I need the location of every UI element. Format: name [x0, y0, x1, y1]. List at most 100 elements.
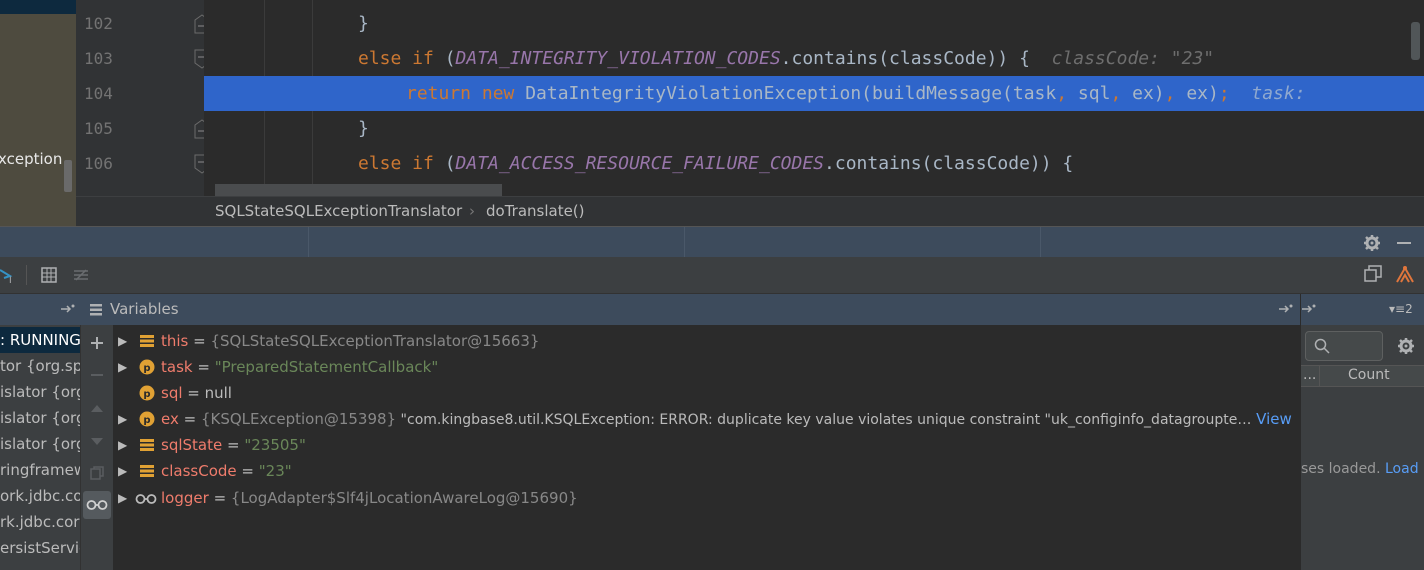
editor-vertical-scrollbar[interactable]	[1411, 22, 1420, 60]
variable-name: this	[161, 332, 189, 350]
variable-row[interactable]: ▶ sqlState = "23505"	[113, 432, 1300, 458]
line-number: 102	[84, 14, 113, 33]
variable-value: "23"	[258, 462, 292, 480]
header-divider	[308, 227, 309, 258]
gear-icon[interactable]	[1363, 234, 1381, 252]
line-number: 105	[84, 119, 113, 138]
variable-row[interactable]: p sql = null	[113, 380, 1300, 406]
remove-watch-icon[interactable]	[89, 367, 105, 383]
gear-icon[interactable]	[1397, 337, 1415, 355]
code-comma: ,	[1164, 83, 1176, 104]
variable-equals: =	[188, 332, 211, 350]
code-constant: DATA_INTEGRITY_VIOLATION_CODES	[455, 48, 781, 69]
project-panel-scrollbar[interactable]	[64, 160, 72, 192]
copy-icon[interactable]	[89, 465, 105, 481]
minimize-icon[interactable]	[1396, 234, 1412, 252]
code-keyword: return new	[406, 83, 515, 104]
add-watch-icon[interactable]	[89, 335, 105, 351]
move-down-icon[interactable]	[89, 433, 105, 449]
variable-value: "PreparedStatementCallback"	[214, 358, 439, 376]
threads-icon[interactable]	[1395, 264, 1415, 284]
frames-list[interactable]: : RUNNING tor {org.spr islator {org. isl…	[0, 325, 80, 570]
expand-arrow-icon[interactable]: ▶	[118, 432, 127, 458]
variable-ref: {SQLStateSQLExceptionTranslator@15663}	[210, 332, 540, 350]
column-divider	[1319, 366, 1320, 386]
variable-row[interactable]: ▶ this = {SQLStateSQLExceptionTranslator…	[113, 328, 1300, 354]
code-text: ex)	[1121, 83, 1165, 104]
variable-row[interactable]: ▶ classCode = "23"	[113, 458, 1300, 484]
variable-name: ex	[161, 410, 179, 428]
run-to-cursor-icon[interactable]: I	[0, 266, 18, 284]
glasses-icon	[86, 500, 108, 510]
code-text: }	[358, 13, 369, 34]
frame-item[interactable]: islator {org.	[0, 405, 80, 431]
variable-ref: {KSQLException@15398}	[200, 410, 397, 428]
column-header-class[interactable]: ...	[1303, 367, 1316, 383]
svg-text:I: I	[9, 276, 12, 284]
variable-row[interactable]: ▶ p ex = {KSQLException@15398} "com.king…	[113, 406, 1300, 432]
header-divider	[684, 227, 685, 258]
field-icon	[140, 335, 154, 347]
code-line-106[interactable]: else if (DATA_ACCESS_RESOURCE_FAILURE_CO…	[204, 146, 1424, 181]
editor-horizontal-scrollbar[interactable]	[215, 184, 502, 196]
frame-item[interactable]: : RUNNING	[0, 327, 80, 353]
frame-item[interactable]: rk.jdbc.core	[0, 509, 80, 535]
toolbar-separator	[26, 265, 27, 285]
expand-arrow-icon[interactable]: ▶	[118, 328, 127, 354]
move-up-icon[interactable]	[89, 401, 105, 417]
frame-item[interactable]: ersistService	[0, 535, 80, 561]
debug-toolbar: I	[0, 257, 1424, 294]
line-number: 106	[84, 154, 113, 173]
frame-item[interactable]: ringframew	[0, 457, 80, 483]
code-editor[interactable]: } else if (DATA_INTEGRITY_VIOLATION_CODE…	[204, 0, 1424, 196]
variable-row[interactable]: ▶ logger = {LogAdapter$Slf4jLocationAwar…	[113, 485, 1300, 511]
expand-arrow-icon[interactable]: ▶	[118, 458, 127, 484]
field-icon	[140, 465, 154, 477]
variable-equals: =	[192, 358, 215, 376]
parameter-icon: p	[139, 411, 155, 427]
breadcrumb-method[interactable]: doTranslate()	[486, 202, 585, 220]
variable-row[interactable]: ▶ p task = "PreparedStatementCallback"	[113, 354, 1300, 380]
memory-table-header: ... Count	[1301, 365, 1424, 387]
frame-item[interactable]: ork.jdbc.cor	[0, 483, 80, 509]
memory-panel-options[interactable]: ▾≡2	[1389, 302, 1413, 316]
code-line-104-execution-point[interactable]: return new DataIntegrityViolationExcepti…	[204, 76, 1424, 111]
code-line-103[interactable]: else if (DATA_INTEGRITY_VIOLATION_CODES.…	[204, 41, 1424, 76]
load-classes-link[interactable]: Load	[1385, 461, 1419, 477]
breadcrumb-class[interactable]: SQLStateSQLExceptionTranslator	[215, 202, 462, 220]
code-comma: ,	[1056, 83, 1068, 104]
pin-icon[interactable]	[1278, 302, 1294, 316]
expand-arrow-icon[interactable]: ▶	[118, 406, 127, 432]
frame-item[interactable]: islator {org.	[0, 379, 80, 405]
code-text: DataIntegrityViolationException(buildMes…	[514, 83, 1057, 104]
show-watches-toggle[interactable]	[83, 491, 111, 519]
pin-icon[interactable]	[1301, 302, 1317, 316]
line-number: 104	[84, 84, 113, 103]
evaluate-expression-icon[interactable]	[40, 266, 58, 284]
variables-tree[interactable]: ▶ this = {SQLStateSQLExceptionTranslator…	[113, 325, 1300, 570]
memory-search-input[interactable]	[1305, 331, 1383, 361]
code-text: .contains(classCode)) {	[824, 153, 1074, 174]
restore-layout-icon[interactable]	[1364, 265, 1382, 283]
variable-name: sqlState	[161, 436, 223, 454]
code-text: .contains(classCode)) {	[780, 48, 1030, 69]
header-divider	[1040, 227, 1041, 258]
breadcrumb-separator: ›	[469, 202, 475, 220]
trace-stream-icon[interactable]	[72, 266, 90, 284]
project-panel: xception	[0, 0, 76, 226]
column-header-count[interactable]: Count	[1348, 367, 1390, 383]
view-link[interactable]: View	[1256, 410, 1292, 428]
code-line-105[interactable]: }	[204, 111, 1424, 146]
parameter-icon: p	[139, 359, 155, 375]
frame-item[interactable]: islator {org.	[0, 431, 80, 457]
code-keyword: else if	[358, 48, 434, 69]
project-panel-item[interactable]: xception	[0, 150, 62, 168]
pin-icon[interactable]	[60, 302, 76, 316]
expand-arrow-icon[interactable]: ▶	[118, 485, 127, 511]
expand-arrow-icon[interactable]: ▶	[118, 354, 127, 380]
project-panel-selection[interactable]	[0, 14, 76, 226]
code-text: (	[433, 153, 456, 174]
code-line-102[interactable]: }	[204, 6, 1424, 41]
variables-title: Variables	[110, 300, 179, 318]
frame-item[interactable]: tor {org.spr	[0, 353, 80, 379]
